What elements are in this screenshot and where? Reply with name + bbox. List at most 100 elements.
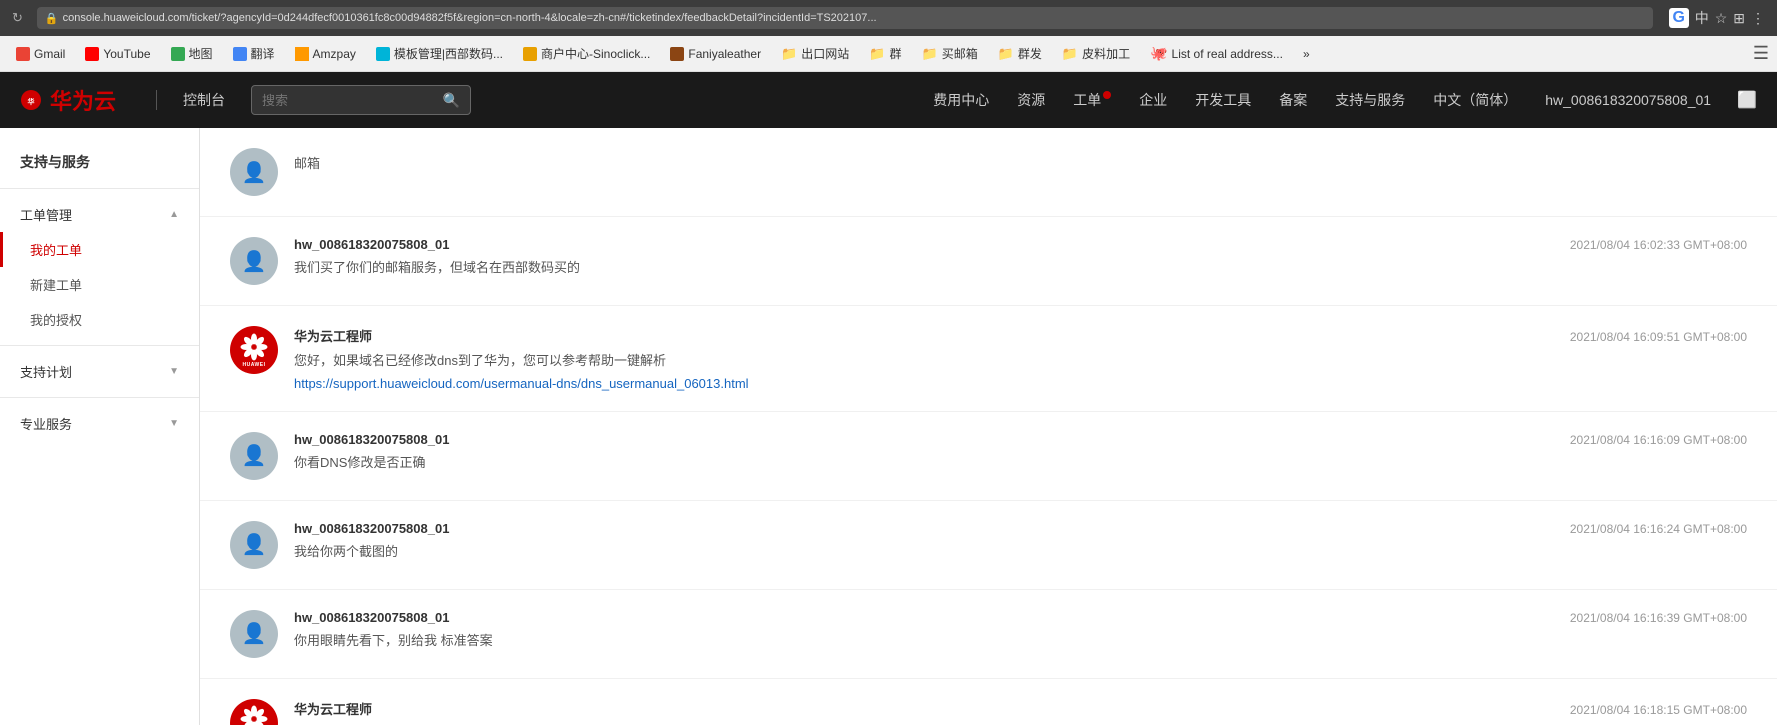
- folder-icon: 📁: [869, 46, 885, 62]
- bookmarks-toggle[interactable]: ☰: [1753, 43, 1769, 64]
- bookmark-shanghu[interactable]: 商户中心-Sinoclick...: [515, 42, 658, 65]
- ticket-section-label: 工单管理: [20, 205, 72, 224]
- message-sender: hw_008618320075808_01: [294, 610, 449, 625]
- message-body: hw_008618320075808_01 2021/08/04 16:16:0…: [294, 432, 1747, 474]
- nav-language[interactable]: 中文（简体）: [1431, 86, 1519, 114]
- message-link[interactable]: https://support.huaweicloud.com/usermanu…: [294, 376, 1747, 391]
- bookmark-folder-piliao[interactable]: 📁 皮料加工: [1054, 42, 1138, 65]
- message-sender: hw_008618320075808_01: [294, 237, 449, 252]
- message-row: 👤 hw_008618320075808_01 2021/08/04 16:16…: [200, 412, 1777, 501]
- bookmark-gmail[interactable]: Gmail: [8, 44, 73, 64]
- profile-icon[interactable]: 中: [1695, 8, 1709, 28]
- sidebar-ticket-group[interactable]: 工单管理 ▲: [0, 197, 199, 232]
- bookmark-label: Gmail: [34, 47, 65, 61]
- logo[interactable]: 华 华为云: [20, 84, 116, 116]
- message-text: 我给你两个截图的: [294, 542, 1747, 563]
- message-sender: hw_008618320075808_01: [294, 432, 449, 447]
- bookmark-translate[interactable]: 翻译: [225, 42, 283, 65]
- message-time: 2021/08/04 16:16:24 GMT+08:00: [1570, 522, 1747, 536]
- menu-icon[interactable]: ⋮: [1751, 10, 1765, 27]
- message-row: HUAWEI 华为云工程师 2021/08/04 16:09:51 GMT+08…: [200, 306, 1777, 412]
- message-time: 2021/08/04 16:09:51 GMT+08:00: [1570, 330, 1747, 344]
- gmail-icon: [16, 47, 30, 61]
- bookmark-maps[interactable]: 地图: [163, 42, 221, 65]
- message-time: 2021/08/04 16:02:33 GMT+08:00: [1570, 238, 1747, 252]
- message-body: hw_008618320075808_01 2021/08/04 16:16:2…: [294, 521, 1747, 563]
- message-row: 👤 hw_008618320075808_01 2021/08/04 16:16…: [200, 590, 1777, 679]
- huawei-logo-icon: 华: [20, 89, 42, 111]
- sidebar-item-my-ticket[interactable]: 我的工单: [0, 232, 199, 267]
- messages-container: 👤 邮箱 👤: [200, 128, 1777, 725]
- bookmark-faniya[interactable]: Faniyaleather: [662, 44, 769, 64]
- sidebar-divider: [0, 188, 199, 189]
- message-sender: hw_008618320075808_01: [294, 521, 449, 536]
- folder-icon: 📁: [998, 46, 1014, 62]
- sidebar-divider3: [0, 397, 199, 398]
- ticket-label: 工单: [1073, 92, 1101, 108]
- bookmark-label: Amzpay: [313, 47, 356, 61]
- message-time: 2021/08/04 16:16:39 GMT+08:00: [1570, 611, 1747, 625]
- bookmark-folder-maiyouxiang[interactable]: 📁 买邮箱: [914, 42, 986, 65]
- message-row: 👤 hw_008618320075808_01 2021/08/04 16:02…: [200, 217, 1777, 306]
- huawei-logo: HUAWEI: [230, 326, 278, 374]
- bookmark-label: 出口网站: [801, 45, 849, 62]
- huawei-logo-text: HUAWEI: [243, 362, 266, 368]
- bookmark-label: 翻译: [251, 45, 275, 62]
- bookmark-icon[interactable]: ☆: [1715, 10, 1728, 27]
- maps-icon: [171, 47, 185, 61]
- message-sender: 华为云工程师: [294, 326, 372, 345]
- sidebar-support-plan-group[interactable]: 支持计划 ▼: [0, 354, 199, 389]
- bookmark-amzpay[interactable]: Amzpay: [287, 44, 364, 64]
- amzpay-icon: [295, 47, 309, 61]
- nav-record[interactable]: 备案: [1277, 86, 1309, 114]
- extensions-icon[interactable]: ⊞: [1733, 10, 1745, 27]
- sidebar-item-new-ticket[interactable]: 新建工单: [0, 267, 199, 302]
- bookmark-more[interactable]: »: [1295, 44, 1318, 64]
- message-time: 2021/08/04 16:16:09 GMT+08:00: [1570, 433, 1747, 447]
- sidebar-pro-service-group[interactable]: 专业服务 ▼: [0, 406, 199, 441]
- refresh-icon[interactable]: ↻: [12, 10, 23, 26]
- google-account-icon[interactable]: G: [1669, 8, 1689, 28]
- avatar-huawei: HUAWEI: [230, 326, 278, 374]
- huawei-logo: HUAWEI: [230, 699, 278, 725]
- user-avatar-icon: 👤: [242, 532, 267, 557]
- fullscreen-icon[interactable]: ⬜: [1737, 90, 1757, 110]
- body-area: 支持与服务 工单管理 ▲ 我的工单 新建工单 我的授权 支持计划 ▼ 专业服: [0, 128, 1777, 725]
- top-nav: 华 华为云 控制台 🔍 费用中心 资源 工单 企业 开发工具 备案 支持与服务 …: [0, 72, 1777, 128]
- sidebar-item-label: 我的工单: [30, 240, 82, 259]
- nav-fees[interactable]: 费用中心: [931, 86, 991, 114]
- search-box[interactable]: 🔍: [251, 85, 471, 115]
- bookmark-moban[interactable]: 模板管理|西部数码...: [368, 42, 511, 65]
- bookmark-label: 买邮箱: [942, 45, 978, 62]
- message-text: 邮箱: [294, 154, 1747, 175]
- bookmark-folder-qunfa[interactable]: 📁 群发: [990, 42, 1050, 65]
- bookmark-label: List of real address...: [1172, 47, 1283, 61]
- bookmark-github[interactable]: 🐙 List of real address...: [1142, 42, 1291, 65]
- nav-console[interactable]: 控制台: [181, 86, 227, 114]
- sidebar-item-my-auth[interactable]: 我的授权: [0, 302, 199, 337]
- bookmark-youtube[interactable]: YouTube: [77, 44, 158, 64]
- nav-support[interactable]: 支持与服务: [1333, 86, 1407, 114]
- message-body: 华为云工程师 2021/08/04 16:18:15 GMT+08:00 您好，…: [294, 699, 1747, 725]
- bookmark-label: Faniyaleather: [688, 47, 761, 61]
- bookmarks-bar: Gmail YouTube 地图 翻译 Amzpay 模板管理|西部数码... …: [0, 36, 1777, 72]
- nav-devtools[interactable]: 开发工具: [1193, 86, 1253, 114]
- search-input[interactable]: [262, 93, 435, 108]
- message-row: 👤 邮箱: [200, 128, 1777, 217]
- avatar: 👤: [230, 610, 278, 658]
- logo-text: 华为云: [50, 84, 116, 116]
- address-bar[interactable]: 🔒 console.huaweicloud.com/ticket/?agency…: [37, 7, 1653, 29]
- user-avatar-icon: 👤: [242, 621, 267, 646]
- nav-resources[interactable]: 资源: [1015, 86, 1047, 114]
- bookmark-label: 商户中心-Sinoclick...: [541, 45, 650, 62]
- nav-user[interactable]: hw_008618320075808_01: [1543, 88, 1713, 112]
- nav-ticket[interactable]: 工单: [1071, 86, 1113, 114]
- message-text: 你用眼睛先看下，别给我 标准答案: [294, 631, 1747, 652]
- bookmark-folder-qun[interactable]: 📁 群: [861, 42, 909, 65]
- message-row: HUAWEI 华为云工程师 2021/08/04 16:18:15 GMT+08…: [200, 679, 1777, 725]
- user-avatar-icon: 👤: [242, 160, 267, 185]
- arrow-up-icon: ▲: [169, 209, 179, 220]
- browser-action-icons: G 中 ☆ ⊞ ⋮: [1669, 8, 1765, 28]
- bookmark-folder-chukou[interactable]: 📁 出口网站: [773, 42, 857, 65]
- nav-enterprise[interactable]: 企业: [1137, 86, 1169, 114]
